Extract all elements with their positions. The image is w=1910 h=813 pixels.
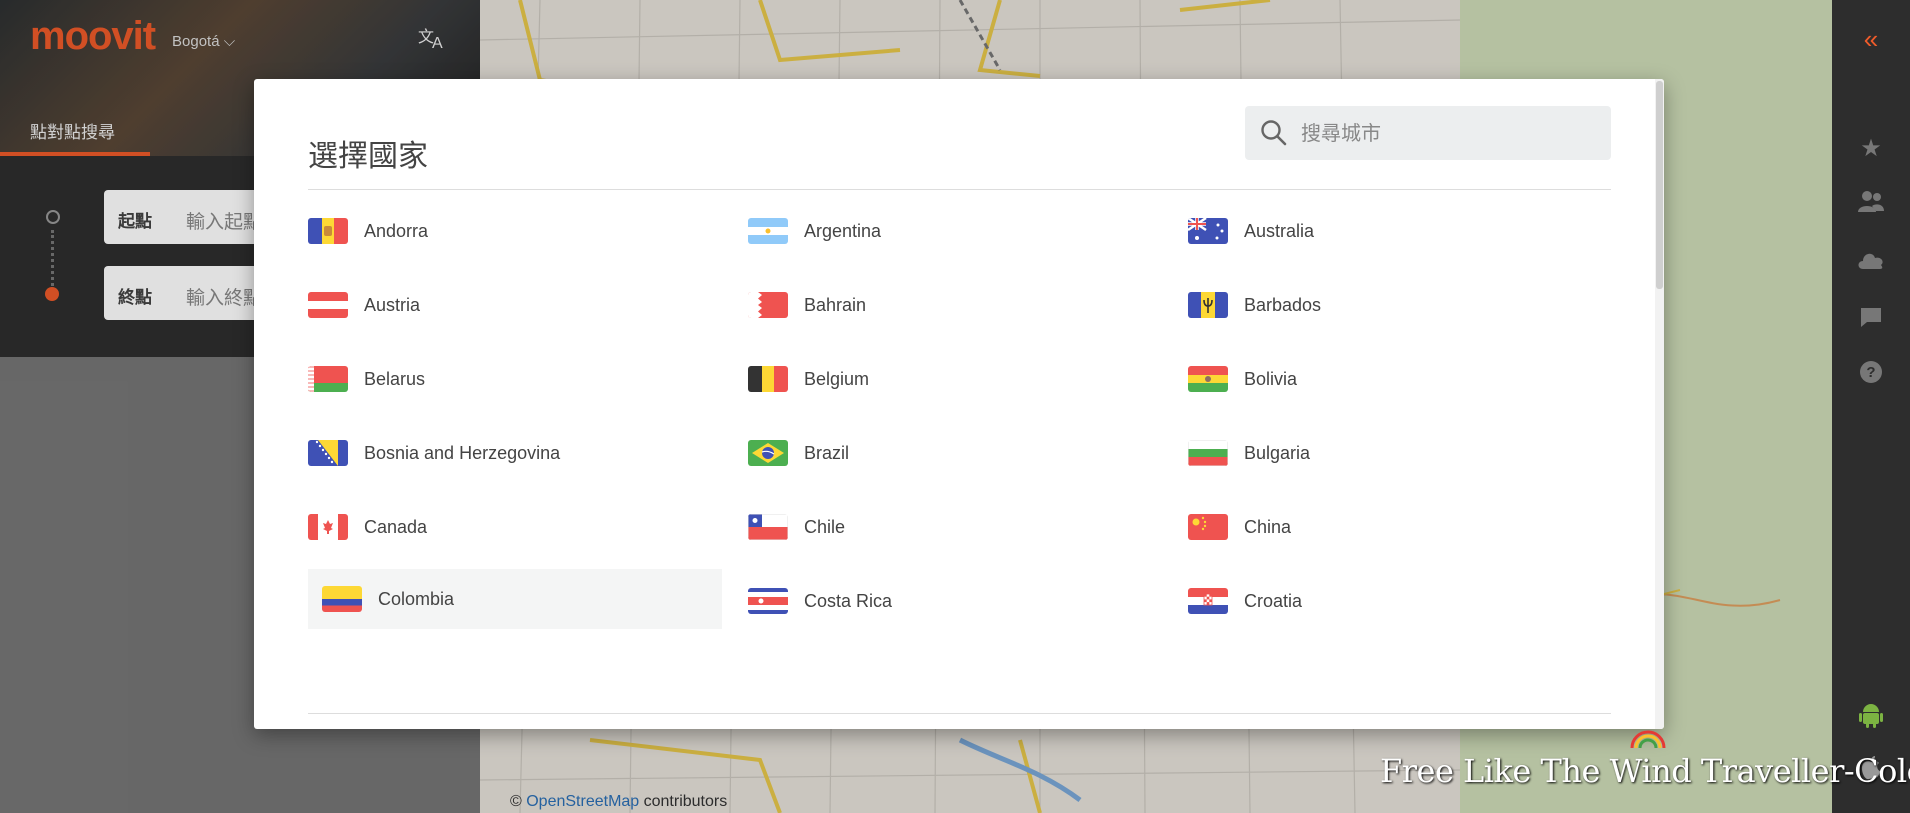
country-item-colombia[interactable]: Colombia [308, 569, 722, 629]
country-name: China [1244, 516, 1292, 537]
cloud-icon[interactable] [1832, 248, 1910, 276]
belarus-flag-icon [308, 366, 348, 392]
costarica-flag-icon [748, 588, 788, 614]
country-item-bahrain[interactable]: Bahrain [748, 276, 1162, 334]
chat-icon[interactable] [1832, 306, 1910, 335]
country-item-costarica[interactable]: Costa Rica [748, 572, 1162, 630]
country-item-brazil[interactable]: Brazil [748, 424, 1162, 482]
country-item-barbados[interactable]: Barbados [1188, 276, 1602, 334]
users-icon[interactable] [1832, 190, 1910, 219]
country-name: Argentina [804, 220, 882, 241]
country-list[interactable]: Andorra Argentina Australia Austria Bahrain B… [308, 190, 1611, 714]
country-item-bulgaria[interactable]: Bulgaria [1188, 424, 1602, 482]
bolivia-flag-icon [1188, 366, 1228, 392]
country-item-austria[interactable]: Austria [308, 276, 722, 334]
belgium-flag-icon [748, 366, 788, 392]
country-name: Bahrain [804, 294, 867, 315]
croatia-flag-icon [1188, 588, 1228, 614]
country-item-chile[interactable]: Chile [748, 498, 1162, 556]
city-search-box[interactable] [1245, 106, 1611, 160]
country-item-argentina[interactable]: Argentina [748, 202, 1162, 260]
country-name: Andorra [364, 220, 429, 241]
country-name: Austria [364, 294, 421, 315]
chile-flag-icon [748, 514, 788, 540]
country-name: Costa Rica [804, 590, 893, 611]
country-name: Chile [804, 516, 846, 537]
australia-flag-icon [1188, 218, 1228, 244]
svg-text:?: ? [1866, 364, 1875, 381]
bahrain-flag-icon [748, 292, 788, 318]
modal-title: 選擇國家 [308, 140, 428, 173]
country-name: Bolivia [1244, 368, 1298, 389]
country-name: Colombia [378, 588, 455, 609]
country-item-canada[interactable]: Canada [308, 498, 722, 556]
country-select-modal: 選擇國家 Andorra Argentina Australia Austria Bah… [254, 79, 1664, 729]
country-name: Belarus [364, 368, 426, 389]
country-item-belarus[interactable]: Belarus [308, 350, 722, 408]
canada-flag-icon [308, 514, 348, 540]
country-name: Barbados [1244, 294, 1322, 315]
country-item-australia[interactable]: Australia [1188, 202, 1602, 260]
country-name: Australia [1244, 220, 1315, 241]
help-icon[interactable]: ? [1832, 360, 1910, 391]
country-name: Bosnia and Herzegovina [364, 442, 561, 463]
country-item-bolivia[interactable]: Bolivia [1188, 350, 1602, 408]
watermark: Free Like The Wind Traveller-Colombia [1380, 752, 1910, 790]
austria-flag-icon [308, 292, 348, 318]
barbados-flag-icon [1188, 292, 1228, 318]
android-icon[interactable] [1832, 702, 1910, 735]
argentina-flag-icon [748, 218, 788, 244]
country-item-bosnia[interactable]: Bosnia and Herzegovina [308, 424, 722, 482]
rainbow-logo [1630, 730, 1666, 748]
country-name: Croatia [1244, 590, 1303, 611]
china-flag-icon [1188, 514, 1228, 540]
colombia-flag-icon [322, 586, 362, 612]
brazil-flag-icon [748, 440, 788, 466]
right-sidebar: « ★ ? [1832, 0, 1910, 813]
bosnia-flag-icon [308, 440, 348, 466]
collapse-icon[interactable]: « [1832, 24, 1910, 55]
search-icon [1261, 120, 1287, 146]
city-search-input[interactable] [1299, 114, 1603, 154]
country-name: Brazil [804, 442, 850, 463]
star-icon[interactable]: ★ [1832, 134, 1910, 163]
bulgaria-flag-icon [1188, 440, 1228, 466]
country-item-china[interactable]: China [1188, 498, 1602, 556]
scrollbar-thumb[interactable] [1656, 81, 1663, 289]
country-item-croatia[interactable]: Croatia [1188, 572, 1602, 630]
country-name: Canada [364, 516, 428, 537]
country-name: Bulgaria [1244, 442, 1311, 463]
country-item-andorra[interactable]: Andorra [308, 202, 722, 260]
country-name: Belgium [804, 368, 870, 389]
andorra-flag-icon [308, 218, 348, 244]
country-item-belgium[interactable]: Belgium [748, 350, 1162, 408]
